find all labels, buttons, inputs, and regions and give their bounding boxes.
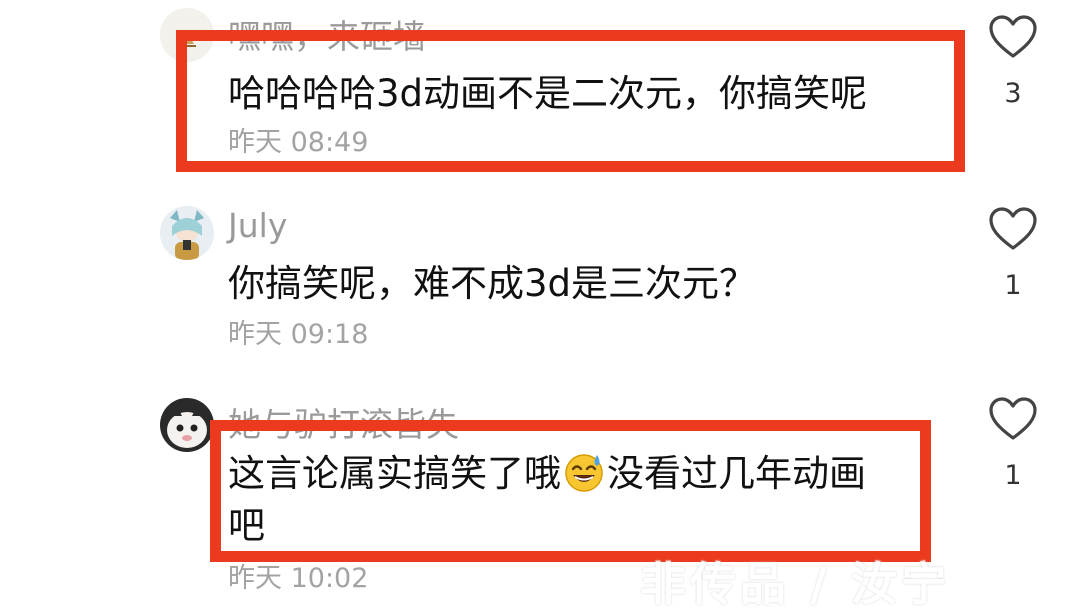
comment-text-part: 没看过几年动画 [607, 452, 866, 495]
comment-text-part: 吧 [228, 504, 265, 547]
like-button[interactable]: 1 [986, 206, 1040, 301]
heart-outline-icon [989, 15, 1037, 58]
comment-text: 这言论属实搞笑了哦 没看过几年动画 吧 [228, 448, 866, 552]
comment-username[interactable]: 嘿嘿，来砸墙 [228, 10, 426, 58]
comment-timestamp: 昨天 10:02 [228, 563, 369, 594]
watermark-text: 非传品 / 汝宁 [640, 557, 951, 608]
comment-text-part: 这言论属实搞笑了哦 [228, 452, 561, 495]
comment-timestamp: 昨天 08:49 [228, 127, 369, 158]
heart-outline-icon [989, 207, 1037, 250]
like-button[interactable]: 1 [986, 396, 1040, 491]
like-count: 1 [1004, 270, 1022, 301]
comment-list-screen: 嘿嘿，来砸墙 哈哈哈哈3d动画不是二次元，你搞笑呢 昨天 08:49 3 Jul… [0, 0, 1080, 608]
user-avatar[interactable] [160, 8, 214, 62]
like-count: 3 [1004, 78, 1022, 109]
user-avatar[interactable] [160, 398, 214, 452]
sweat-smile-emoji [563, 451, 605, 493]
like-button[interactable]: 3 [986, 14, 1040, 109]
like-count: 1 [1004, 460, 1022, 491]
comment-text: 你搞笑呢，难不成3d是三次元？ [228, 262, 757, 305]
comment-username[interactable]: 她与驴打滚皆失 [228, 398, 459, 446]
comment-timestamp: 昨天 09:18 [228, 319, 369, 350]
comment-text: 哈哈哈哈3d动画不是二次元，你搞笑呢 [228, 72, 868, 115]
user-avatar[interactable] [160, 206, 214, 260]
comment-username[interactable]: July [228, 206, 287, 245]
heart-outline-icon [989, 397, 1037, 440]
